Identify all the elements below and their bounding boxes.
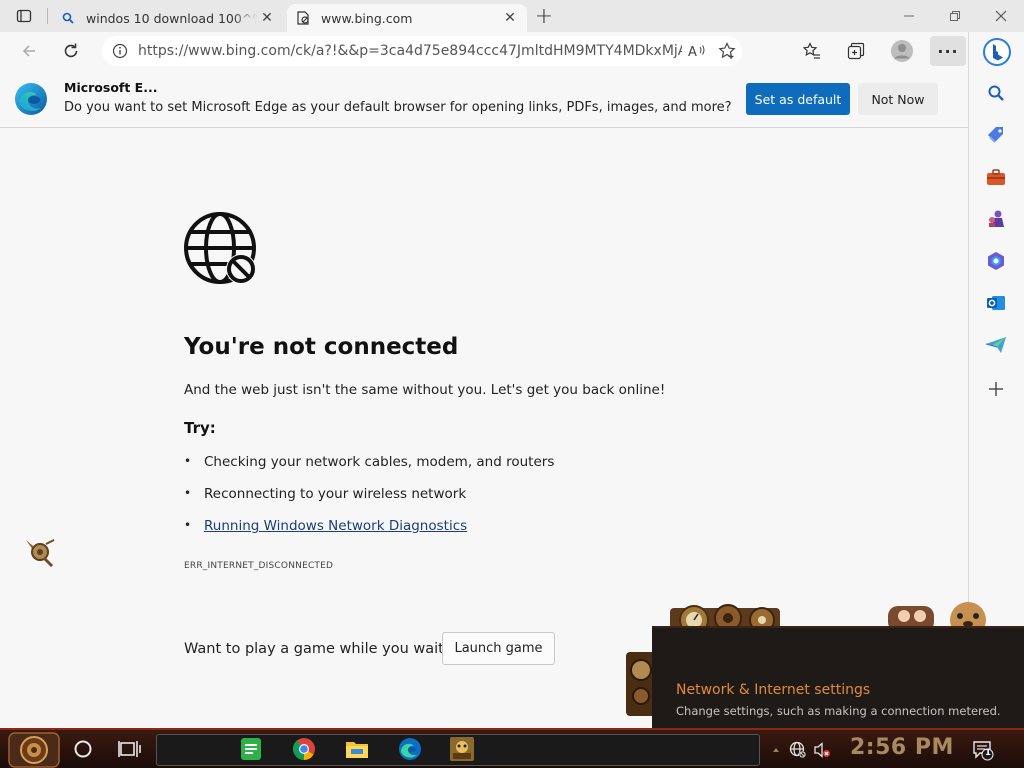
search-icon: [60, 10, 76, 26]
bing-icon[interactable]: [981, 36, 1013, 68]
set-as-default-button[interactable]: Set as default: [746, 83, 850, 115]
chrome-icon[interactable]: [289, 734, 319, 764]
edge-logo-icon: [15, 83, 47, 115]
title-bar: windos 10 download 100^% - Se ✕ www.bing…: [0, 0, 1024, 32]
network-disconnected-icon[interactable]: [788, 740, 808, 760]
favorites-icon: [803, 42, 820, 59]
tab-search[interactable]: windos 10 download 100^% - Se ✕: [52, 4, 284, 32]
add-favorite-icon[interactable]: [712, 42, 742, 60]
back-arrow-icon: [22, 45, 35, 57]
try-label: Try:: [184, 419, 216, 437]
file-explorer-icon[interactable]: [342, 734, 372, 764]
game-app-icon[interactable]: [447, 734, 477, 764]
restore-button[interactable]: [932, 0, 978, 32]
network-settings-description: Change settings, such as making a connec…: [676, 704, 1001, 718]
tip-text: Checking your network cables, modem, and…: [204, 454, 555, 470]
edge-icon[interactable]: [395, 734, 425, 764]
favorites-button[interactable]: [797, 36, 827, 66]
task-view-icon[interactable]: [118, 738, 142, 760]
network-flyout: Network & Internet settings Change setti…: [652, 626, 1024, 728]
default-browser-banner: Microsoft E... Do you want to set Micros…: [0, 70, 968, 128]
tips-list: • Checking your network cables, modem, an…: [184, 454, 554, 550]
page-error-icon: [295, 10, 311, 26]
show-hidden-icons[interactable]: [766, 740, 786, 760]
taskbar: 2:56 PM 1: [0, 728, 1024, 768]
error-code: ERR_INTERNET_DISCONNECTED: [184, 561, 334, 571]
svg-text:A: A: [688, 45, 697, 59]
send-icon[interactable]: [983, 332, 1009, 358]
read-aloud-icon[interactable]: A: [682, 43, 712, 59]
more-options-button[interactable]: ···: [930, 36, 966, 66]
address-bar[interactable]: https://www.bing.com/ck/a?!&&p=3ca4d75e8…: [102, 36, 742, 66]
list-item: • Checking your network cables, modem, an…: [184, 454, 555, 470]
steampunk-cursor-icon: [26, 539, 55, 568]
tab-actions-icon: [16, 9, 32, 23]
volume-muted-icon[interactable]: [812, 740, 832, 760]
notes-app-icon[interactable]: [236, 734, 266, 764]
restore-icon: [950, 11, 960, 21]
list-item: • Reconnecting to your wireless network: [184, 486, 467, 502]
start-button[interactable]: [8, 732, 60, 768]
banner-text: Do you want to set Microsoft Edge as you…: [64, 100, 732, 115]
close-window-button[interactable]: [978, 0, 1024, 32]
globe-blocked-icon: [184, 212, 256, 284]
games-icon[interactable]: [983, 206, 1009, 232]
tools-icon[interactable]: [983, 164, 1009, 190]
tab-bing[interactable]: www.bing.com ✕: [287, 4, 527, 32]
network-diagnostics-link[interactable]: Running Windows Network Diagnostics: [204, 518, 467, 534]
add-icon[interactable]: [983, 376, 1009, 402]
url-text[interactable]: https://www.bing.com/ck/a?!&&p=3ca4d75e8…: [138, 43, 682, 59]
banner-title: Microsoft E...: [64, 80, 158, 95]
game-prompt: Want to play a game while you wait?: [184, 641, 452, 657]
refresh-icon: [64, 43, 78, 58]
new-tab-button[interactable]: +: [532, 4, 556, 29]
office-icon[interactable]: [983, 248, 1009, 274]
minimize-button[interactable]: [886, 0, 932, 32]
notification-center-icon[interactable]: 1: [972, 739, 994, 761]
avatar-icon: [891, 40, 913, 62]
list-item: • Running Windows Network Diagnostics: [184, 518, 468, 534]
tip-text: Reconnecting to your wireless network: [204, 486, 467, 502]
tab-actions-button[interactable]: [6, 4, 42, 28]
toolbar: https://www.bing.com/ck/a?!&&p=3ca4d75e8…: [0, 32, 968, 70]
search-icon[interactable]: [983, 80, 1009, 106]
error-headline: You're not connected: [184, 334, 459, 360]
site-info-icon[interactable]: [102, 43, 138, 59]
network-settings-link[interactable]: Network & Internet settings: [676, 682, 870, 698]
tab-separator: [47, 8, 48, 24]
taskbar-clock[interactable]: 2:56 PM: [850, 735, 954, 760]
notification-count: 1: [985, 748, 991, 758]
close-tab-icon[interactable]: ✕: [501, 9, 519, 27]
profile-button[interactable]: [887, 36, 917, 66]
collections-icon: [847, 42, 865, 60]
system-tray: 2:56 PM 1: [773, 734, 1024, 766]
collections-button[interactable]: [841, 36, 871, 66]
outlook-icon[interactable]: [983, 290, 1009, 316]
back-button[interactable]: [14, 36, 44, 66]
refresh-button[interactable]: [56, 36, 86, 66]
tab-label: windos 10 download 100^% - Se: [86, 10, 258, 26]
shopping-tag-icon[interactable]: [983, 122, 1009, 148]
not-now-button[interactable]: Not Now: [858, 83, 938, 115]
launch-game-button[interactable]: Launch game: [442, 632, 555, 665]
close-tab-icon[interactable]: ✕: [258, 9, 276, 27]
error-subline: And the web just isn't the same without …: [184, 382, 666, 398]
close-icon: [995, 10, 1007, 22]
tab-label: www.bing.com: [321, 10, 413, 26]
cortana-search-icon[interactable]: [72, 738, 94, 760]
minimize-icon: [904, 15, 914, 17]
